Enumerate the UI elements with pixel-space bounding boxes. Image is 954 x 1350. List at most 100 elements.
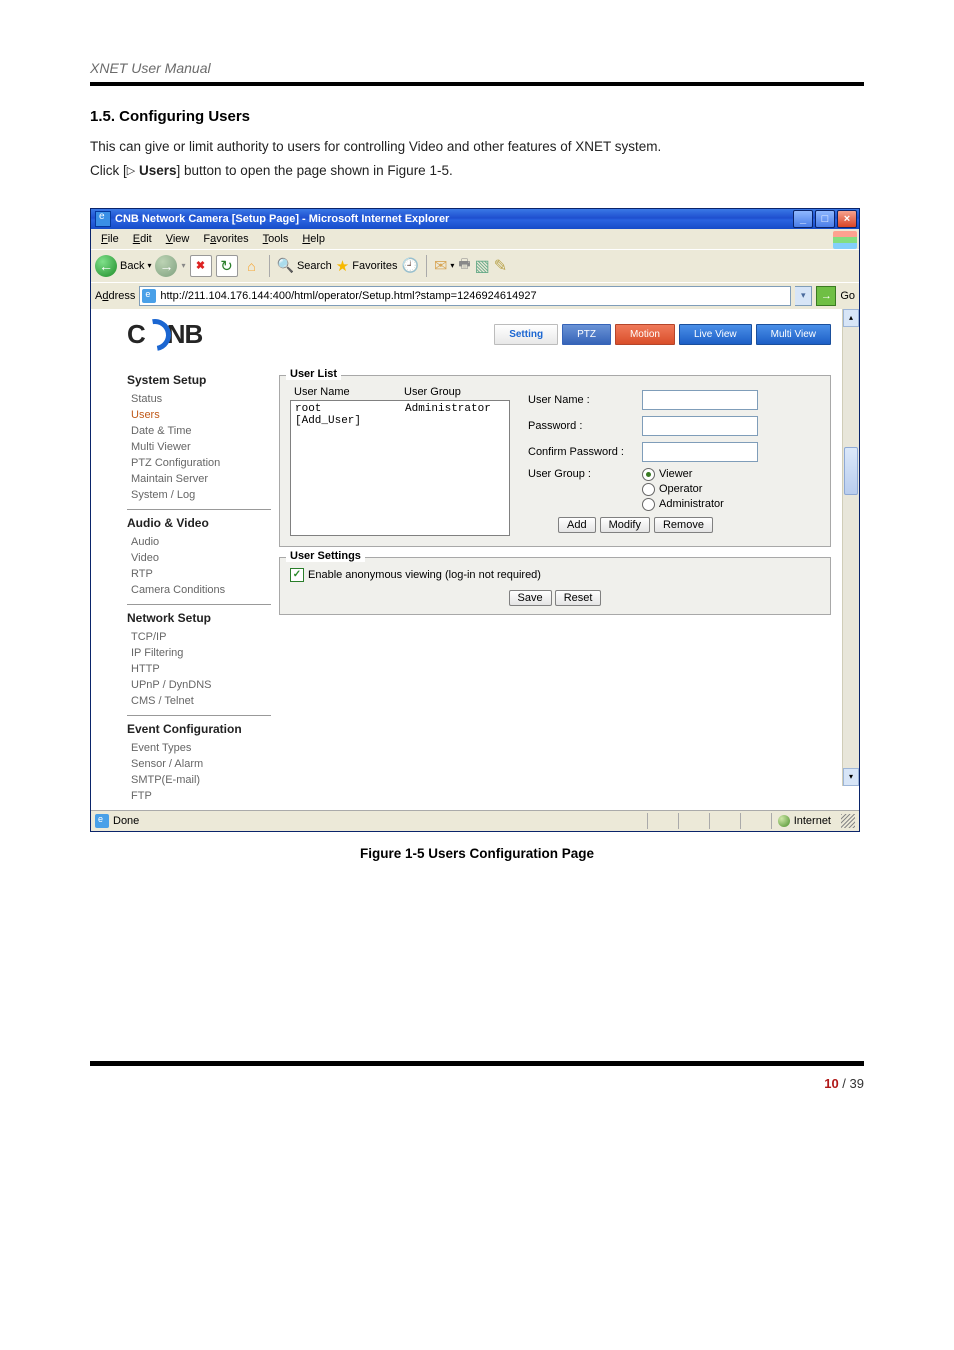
sidebar-item-camera-cond[interactable]: Camera Conditions — [127, 582, 275, 598]
discuss-button[interactable]: ✎ — [494, 256, 507, 276]
print-button[interactable]: 🖶 — [458, 255, 470, 277]
checkbox-anonymous[interactable] — [290, 568, 304, 582]
sidebar-group-system: System Setup — [127, 373, 275, 387]
home-button[interactable]: ⌂ — [242, 256, 262, 276]
tab-setting[interactable]: Setting — [494, 324, 558, 345]
radio-administrator[interactable] — [642, 498, 655, 511]
search-button[interactable]: 🔍Search — [277, 257, 332, 274]
sidebar-item-ipfilter[interactable]: IP Filtering — [127, 645, 275, 661]
label-confirm-password: Confirm Password : — [528, 446, 638, 458]
status-done: Done — [113, 815, 139, 827]
tab-multi-view[interactable]: Multi View — [756, 324, 831, 345]
sidebar-item-syslog[interactable]: System / Log — [127, 487, 275, 503]
toolbar-separator — [269, 255, 270, 277]
page-icon — [142, 289, 156, 303]
sidebar-item-upnp[interactable]: UPnP / DynDNS — [127, 677, 275, 693]
sidebar-item-http[interactable]: HTTP — [127, 661, 275, 677]
back-button[interactable]: ←Back ▾ — [95, 255, 151, 277]
input-password[interactable] — [642, 416, 758, 436]
sidebar-item-datetime[interactable]: Date & Time — [127, 423, 275, 439]
sidebar-item-rtp[interactable]: RTP — [127, 566, 275, 582]
go-button[interactable]: → — [816, 286, 836, 306]
click-suffix: ] button to open the page shown in Figur… — [177, 163, 453, 178]
sidebar-item-maintain[interactable]: Maintain Server — [127, 471, 275, 487]
radio-label-administrator: Administrator — [659, 498, 724, 510]
close-button[interactable]: × — [837, 210, 857, 228]
col-usergroup: User Group — [404, 386, 461, 398]
sidebar-item-smtp[interactable]: SMTP(E-mail) — [127, 772, 275, 788]
edit-button[interactable]: ▧ — [475, 256, 490, 276]
sidebar-group-av: Audio & Video — [127, 516, 275, 530]
window-titlebar: CNB Network Camera [Setup Page] - Micros… — [91, 209, 859, 229]
input-confirm-password[interactable] — [642, 442, 758, 462]
menu-help[interactable]: Help — [296, 231, 331, 247]
address-input[interactable] — [139, 286, 791, 306]
menu-view[interactable]: View — [160, 231, 196, 247]
sidebar-item-cms[interactable]: CMS / Telnet — [127, 693, 275, 709]
radio-viewer[interactable] — [642, 468, 655, 481]
radio-operator[interactable] — [642, 483, 655, 496]
toolbar: ←Back ▾ → ▾ ✖ ↻ ⌂ 🔍Search ★Favorites 🕘 ✉… — [91, 249, 859, 282]
window-title: CNB Network Camera [Setup Page] - Micros… — [115, 213, 793, 225]
tab-live-view[interactable]: Live View — [679, 324, 752, 345]
address-dropdown[interactable]: ▾ — [795, 286, 812, 306]
sidebar-item-event-types[interactable]: Event Types — [127, 740, 275, 756]
sidebar-item-ftp[interactable]: FTP — [127, 788, 275, 804]
statusbar: Done Internet — [91, 810, 859, 831]
forward-button[interactable]: → — [155, 255, 177, 277]
minimize-button[interactable]: _ — [793, 210, 813, 228]
click-prefix: Click [ — [90, 163, 127, 178]
menu-edit[interactable]: Edit — [127, 231, 158, 247]
maximize-button[interactable]: □ — [815, 210, 835, 228]
menu-favorites[interactable]: Favorites — [197, 231, 254, 247]
sidebar-item-users[interactable]: Users — [127, 407, 275, 423]
triangle-icon: ▷ — [127, 162, 135, 182]
menu-tools[interactable]: Tools — [257, 231, 295, 247]
sidebar-item-audio[interactable]: Audio — [127, 534, 275, 550]
add-button[interactable]: Add — [558, 517, 596, 533]
status-internet: Internet — [794, 815, 831, 827]
save-button[interactable]: Save — [509, 590, 552, 606]
toolbar-separator-2 — [426, 255, 427, 277]
sidebar-item-ptz-config[interactable]: PTZ Configuration — [127, 455, 275, 471]
tab-ptz[interactable]: PTZ — [562, 324, 611, 345]
menu-file[interactable]: FFileile — [95, 231, 125, 247]
mail-button[interactable]: ✉▾ — [434, 256, 454, 276]
scroll-thumb[interactable] — [844, 447, 858, 495]
vertical-scrollbar[interactable]: ▴ ▾ — [842, 309, 859, 786]
radio-label-viewer: Viewer — [659, 468, 692, 480]
tab-motion[interactable]: Motion — [615, 324, 675, 345]
panel-user-settings: User Settings Enable anonymous viewing (… — [279, 557, 831, 615]
windows-flag-icon — [833, 231, 857, 249]
sidebar-group-event: Event Configuration — [127, 722, 275, 736]
col-username: User Name — [294, 386, 404, 398]
favorites-button[interactable]: ★Favorites — [336, 257, 398, 275]
sidebar-item-status[interactable]: Status — [127, 391, 275, 407]
panel-user-list: User List User Name User Group — [279, 375, 831, 547]
sidebar-separator-3 — [127, 715, 271, 716]
addressbar: Address ▾ → Go — [91, 282, 859, 309]
modify-button[interactable]: Modify — [600, 517, 650, 533]
go-label: Go — [840, 290, 855, 302]
label-usergroup: User Group : — [528, 468, 638, 480]
sidebar-item-multiviewer[interactable]: Multi Viewer — [127, 439, 275, 455]
click-instruction: Click [▷ Users] button to open the page … — [90, 159, 864, 183]
history-button[interactable]: 🕘 — [402, 257, 419, 274]
input-username[interactable] — [642, 390, 758, 410]
reset-button[interactable]: Reset — [555, 590, 602, 606]
remove-button[interactable]: Remove — [654, 517, 713, 533]
user-listbox[interactable]: rootAdministrator [Add_User] — [290, 400, 510, 536]
scroll-up-icon[interactable]: ▴ — [843, 309, 859, 327]
list-row-root[interactable]: rootAdministrator — [295, 403, 505, 415]
resize-grip-icon[interactable] — [841, 814, 855, 828]
legend-user-settings: User Settings — [286, 550, 365, 562]
legend-user-list: User List — [286, 368, 341, 380]
scroll-down-icon[interactable]: ▾ — [843, 768, 859, 786]
list-row-add-user[interactable]: [Add_User] — [295, 415, 505, 427]
sidebar-item-sensor[interactable]: Sensor / Alarm — [127, 756, 275, 772]
sidebar-item-video[interactable]: Video — [127, 550, 275, 566]
section-heading: 1.5. Configuring Users — [90, 108, 864, 125]
refresh-button[interactable]: ↻ — [216, 255, 238, 277]
sidebar-item-tcpip[interactable]: TCP/IP — [127, 629, 275, 645]
stop-button[interactable]: ✖ — [190, 255, 212, 277]
